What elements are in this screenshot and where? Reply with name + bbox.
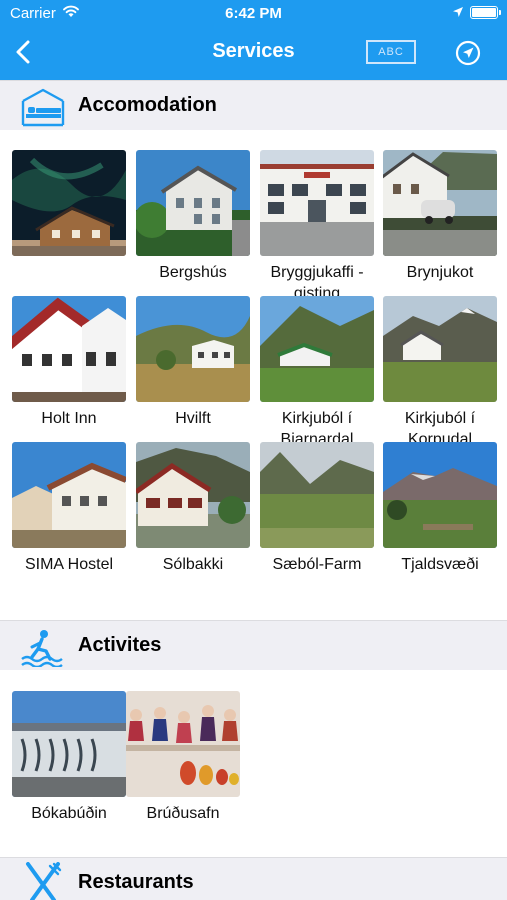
section-title: Restaurants	[78, 871, 194, 893]
kirkjubol-bjarnardal-photo	[260, 296, 374, 402]
location-services-icon	[453, 7, 463, 17]
tile-label: Brúðusafn	[146, 805, 220, 822]
bed-icon	[21, 88, 65, 127]
tile-label: Sæból-Farm	[272, 556, 362, 573]
tile-label: Hvilft	[175, 410, 211, 427]
bokabudin-photo	[12, 691, 126, 797]
swimmer-icon	[21, 630, 63, 667]
tile-label: Bergshús	[159, 264, 227, 281]
section-title: Activites	[78, 634, 162, 656]
clock: 6:42 PM	[225, 5, 282, 22]
tile-label: Tjaldsvæði	[401, 556, 479, 573]
brudusafn-photo	[126, 691, 240, 797]
solbakki-photo	[136, 442, 250, 548]
service-tile[interactable]: Bryggjukaffi - gisting	[260, 150, 376, 304]
section-title: Accomodation	[78, 94, 217, 116]
service-tile[interactable]: Kirkjuból í Korpudal	[383, 296, 499, 450]
tile-label: Brynjukot	[406, 264, 474, 281]
hvilft-photo	[136, 296, 250, 402]
bryggjukaffi-photo	[260, 150, 374, 256]
service-tile[interactable]: Bergshús	[136, 150, 252, 283]
service-tile[interactable]: Kirkjuból í Bjarnardal	[260, 296, 376, 450]
battery-tip	[499, 10, 501, 15]
service-tile[interactable]: Tjaldsvæði	[383, 442, 499, 575]
service-tile[interactable]: SIMA Hostel	[12, 442, 128, 575]
sima-hostel-photo	[12, 442, 126, 548]
navigation-bar: Carrier 6:42 PM Services ABC	[0, 0, 507, 80]
service-tile[interactable]: Hvilft	[136, 296, 252, 429]
service-tile[interactable]: Brynjukot	[383, 150, 499, 283]
kirkjubol-korpudal-photo	[383, 296, 497, 402]
battery-icon	[470, 6, 498, 19]
tile-label: SIMA Hostel	[24, 556, 114, 573]
section-header-restaurants: Restaurants	[0, 857, 507, 900]
abc-toggle-button[interactable]: ABC	[366, 40, 416, 64]
service-tile[interactable]	[12, 150, 128, 262]
service-tile[interactable]: Sæból-Farm	[260, 442, 376, 575]
tile-label: Bókabúðin	[31, 805, 107, 822]
service-tile[interactable]: Bókabúðin	[12, 691, 128, 824]
service-tile[interactable]: Sólbakki	[136, 442, 252, 575]
service-tile[interactable]: Holt Inn	[12, 296, 128, 429]
tjaldsvaedi-photo	[383, 442, 497, 548]
aurora-house-photo	[12, 150, 126, 256]
saebol-farm-photo	[260, 442, 374, 548]
bergshus-photo	[136, 150, 250, 256]
page-title: Services	[212, 40, 295, 62]
section-header-activites: Activites	[0, 620, 507, 670]
tile-label: Sólbakki	[162, 556, 224, 573]
fork-knife-icon	[26, 862, 62, 900]
section-header-accomodation: Accomodation	[0, 80, 507, 130]
holt-inn-photo	[12, 296, 126, 402]
location-arrow-icon[interactable]	[455, 40, 481, 66]
status-bar: Carrier 6:42 PM	[0, 0, 507, 28]
tile-label: Holt Inn	[41, 410, 97, 427]
brynjukot-photo	[383, 150, 497, 256]
service-tile[interactable]: Brúðusafn	[126, 691, 242, 824]
